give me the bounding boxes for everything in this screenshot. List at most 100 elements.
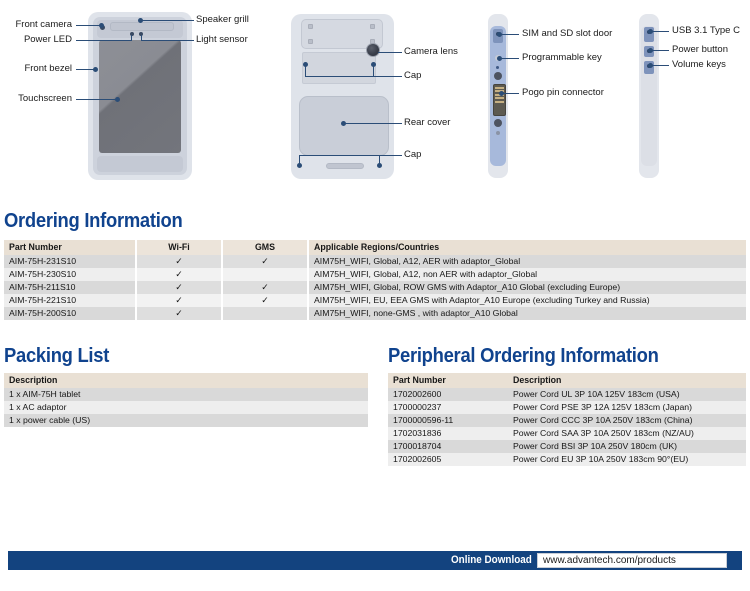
table-row: AIM-75H-200S10 ✓ AIM75H_WIFI, none-GMS , w… xyxy=(4,307,746,320)
col-gms: GMS xyxy=(221,240,309,255)
table-row: 1700018704 Power Cord BSI 3P 10A 250V 180… xyxy=(388,440,746,453)
table-row: AIM-75H-230S10 ✓ AIM75H_WIFI, Global, A12,… xyxy=(4,268,746,281)
rear-upper-panel xyxy=(302,52,376,84)
leader-power-led xyxy=(76,40,132,41)
leader-cap-bottom-left-v xyxy=(299,155,300,164)
label-usb-type-c: USB 3.1 Type C xyxy=(672,25,740,36)
cell-applicable-regions: AIM75H_WIFI, none-GMS , with adaptor_A10… xyxy=(308,307,746,320)
table-row: 1 x AIM-75H tablet xyxy=(4,388,368,401)
leader-dot-touchscreen xyxy=(115,97,120,102)
speaker-grill-shape xyxy=(110,22,174,31)
cell-part-number: AIM-75H-230S10 xyxy=(4,268,136,281)
rear-cover-shape xyxy=(299,96,389,156)
cell-wifi-check: ✓ xyxy=(135,294,223,307)
packing-list-heading: Packing List xyxy=(4,345,110,367)
online-download-url[interactable]: www.advantech.com/products xyxy=(543,555,676,566)
cell-wifi-check: ✓ xyxy=(135,268,223,281)
cell-part-number: AIM-75H-211S10 xyxy=(4,281,136,294)
cell-description: Power Cord CCC 3P 10A 250V 183cm (China) xyxy=(508,414,746,427)
label-pogo-pin-connector: Pogo pin connector xyxy=(522,87,604,98)
table-row: 1702002600 Power Cord UL 3P 10A 125V 183c… xyxy=(388,388,746,401)
label-front-bezel: Front bezel xyxy=(24,63,72,74)
leader-speaker-grill xyxy=(141,20,194,21)
footer-bar: Online Download www.advantech.com/produc… xyxy=(8,551,742,570)
front-bottom-bezel xyxy=(97,156,183,172)
cell-applicable-regions: AIM75H_WIFI, Global, A12, non AER with a… xyxy=(308,268,746,281)
leader-power-button xyxy=(651,50,669,51)
table-header-row: Description xyxy=(4,373,368,388)
online-download-url-box[interactable]: www.advantech.com/products xyxy=(537,553,727,568)
cell-description: Power Cord UL 3P 10A 125V 183cm (USA) xyxy=(508,388,746,401)
cell-part-number: 1700018704 xyxy=(388,440,508,453)
leader-power-led-v xyxy=(131,35,132,41)
col-wifi: Wi-Fi xyxy=(135,240,223,255)
leader-pogo xyxy=(502,93,519,94)
leader-usb xyxy=(651,31,669,32)
label-rear-cover: Rear cover xyxy=(404,117,451,128)
touchscreen-shape xyxy=(99,40,181,153)
label-volume-keys: Volume keys xyxy=(672,59,726,70)
packing-table-body: 1 x AIM-75H tablet 1 x AC adaptor 1 x powe… xyxy=(4,388,368,427)
left-side-port-top xyxy=(494,72,502,80)
cell-description: Power Cord EU 3P 10A 250V 183cm 90°(EU) xyxy=(508,453,746,466)
peripheral-table-body: 1702002600 Power Cord UL 3P 10A 125V 183c… xyxy=(388,388,746,466)
col-description: Description xyxy=(508,373,746,388)
table-row: 1700000237 Power Cord PSE 3P 12A 125V 183… xyxy=(388,401,746,414)
cell-part-number: AIM-75H-231S10 xyxy=(4,255,136,268)
col-part-number: Part Number xyxy=(4,240,136,255)
label-power-led: Power LED xyxy=(23,34,72,45)
cell-description: 1 x AIM-75H tablet xyxy=(4,388,368,401)
col-applicable-regions: Applicable Regions/Countries xyxy=(308,240,746,255)
pogo-pin-connector-shape xyxy=(493,84,506,116)
col-description: Description xyxy=(4,373,368,388)
leader-cap-bottom-right-v xyxy=(379,155,380,164)
cell-part-number: AIM-75H-221S10 xyxy=(4,294,136,307)
table-row: AIM-75H-231S10 ✓ ✓ AIM75H_WIFI, Global, A12… xyxy=(4,255,746,268)
cell-gms-check: ✓ xyxy=(221,294,309,307)
label-programmable-key: Programmable key xyxy=(522,52,602,63)
cell-applicable-regions: AIM75H_WIFI, EU, EEA GMS with Adaptor_A1… xyxy=(308,294,746,307)
leader-cap-bottom-h xyxy=(299,155,402,156)
table-row: AIM-75H-221S10 ✓ ✓ AIM75H_WIFI, EU, EEA GMS… xyxy=(4,294,746,307)
cell-gms-check: ✓ xyxy=(221,281,309,294)
cell-description: Power Cord SAA 3P 10A 250V 183cm (NZ/AU) xyxy=(508,427,746,440)
online-download-label: Online Download xyxy=(451,554,532,566)
col-part-number: Part Number xyxy=(388,373,508,388)
leader-sim-sd xyxy=(500,34,519,35)
leader-programmable-key xyxy=(500,58,519,59)
peripheral-ordering-heading: Peripheral Ordering Information xyxy=(388,345,659,367)
cell-part-number: 1702002600 xyxy=(388,388,508,401)
leader-dot-front-camera xyxy=(99,23,104,28)
label-touchscreen: Touchscreen xyxy=(18,93,72,104)
table-row: AIM-75H-211S10 ✓ ✓ AIM75H_WIFI, Global, ROW… xyxy=(4,281,746,294)
leader-rear-cover xyxy=(344,123,402,124)
product-diagrams: Front camera Power LED Light sensor Spea… xyxy=(0,0,750,195)
cell-description: 1 x AC adaptor xyxy=(4,401,368,414)
leader-dot-front-bezel xyxy=(93,67,98,72)
leader-light-sensor-v xyxy=(141,35,142,41)
rear-screw-2 xyxy=(370,24,375,29)
table-header-row: Part Number Description xyxy=(388,373,746,388)
label-cap-bottom: Cap xyxy=(404,149,422,160)
rear-bottom-grill xyxy=(326,163,364,169)
peripheral-ordering-table: Part Number Description 1702002600 Power … xyxy=(388,373,746,466)
leader-cap-top-left-v xyxy=(305,64,306,76)
table-header-row: Part Number Wi-Fi GMS Applicable Regions… xyxy=(4,240,746,255)
cell-wifi-check: ✓ xyxy=(135,281,223,294)
table-row: 1 x AC adaptor xyxy=(4,401,368,414)
ordering-information-table: Part Number Wi-Fi GMS Applicable Regions… xyxy=(4,240,746,320)
leader-camera-lens xyxy=(378,52,402,53)
rear-screw-1 xyxy=(308,24,313,29)
table-row: 1 x power cable (US) xyxy=(4,414,368,427)
cell-part-number: AIM-75H-200S10 xyxy=(4,307,136,320)
cell-description: Power Cord PSE 3P 12A 125V 183cm (Japan) xyxy=(508,401,746,414)
cell-description: 1 x power cable (US) xyxy=(4,414,368,427)
leader-cap-top-h xyxy=(305,76,402,77)
label-sim-sd-slot-door: SIM and SD slot door xyxy=(522,28,613,39)
table-row: 1702031836 Power Cord SAA 3P 10A 250V 183… xyxy=(388,427,746,440)
cell-wifi-check: ✓ xyxy=(135,255,223,268)
cell-description: Power Cord BSI 3P 10A 250V 180cm (UK) xyxy=(508,440,746,453)
label-light-sensor: Light sensor xyxy=(196,34,248,45)
cell-gms-check: ✓ xyxy=(221,255,309,268)
cell-wifi-check: ✓ xyxy=(135,307,223,320)
